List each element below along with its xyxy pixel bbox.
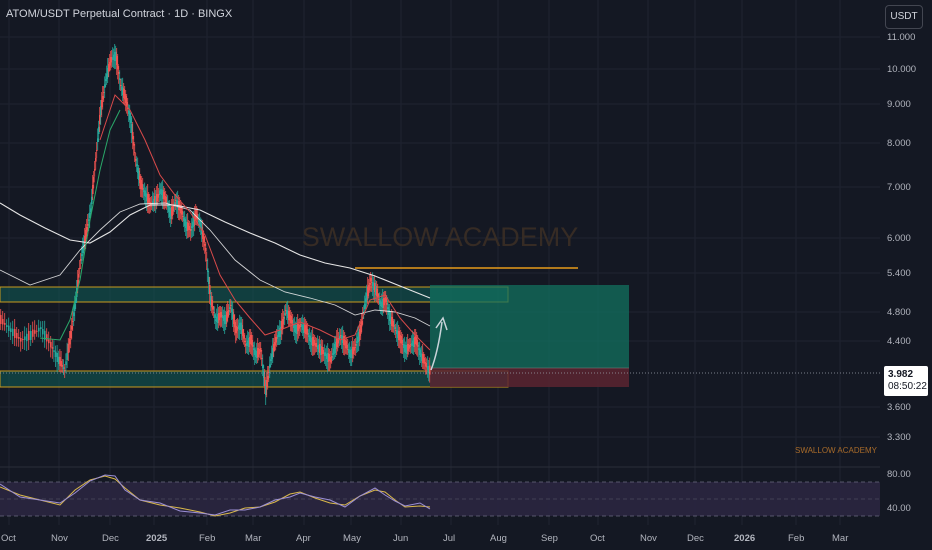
candle-body [64,370,66,371]
candle-body [18,337,20,339]
candle-body [68,339,71,345]
time-tick-label: May [343,533,361,544]
candle-body [66,352,68,360]
rsi-axis[interactable]: 80.00 40.00 [887,469,911,514]
candle-body [96,150,98,151]
candle-body [56,353,58,362]
candle-body [24,336,26,340]
chart-grid [0,0,880,525]
price-chart[interactable]: SWALLOW ACADEMY SWALLOW ACADEMY 11.000 10… [0,0,932,550]
price-tick-label: 6.000 [887,233,911,244]
candle-body [28,331,30,340]
candle-body [53,350,55,352]
candle-body [34,330,36,334]
position-stop-box [430,368,629,387]
candle-body [14,329,16,338]
time-axis[interactable]: Oct Nov Dec 2025 Feb Mar Apr May Jun Jul Aug Sep Oct… [1,533,848,544]
time-tick-label: Nov [51,533,68,544]
candle-body [62,367,65,369]
candle-body [2,319,4,325]
candle-body [38,327,40,332]
candle-body [16,333,18,339]
rsi-tick-label: 40.00 [887,503,911,514]
price-tick-label: 4.400 [887,336,911,347]
time-tick-label: Mar [245,533,261,544]
candle-body [51,347,54,349]
time-tick-label: Jun [393,533,408,544]
candle-body [46,334,48,342]
footer-watermark: SWALLOW ACADEMY [795,446,878,455]
candle-body [54,351,57,357]
candle-body [26,333,28,341]
candle-countdown: 08:50:22 [888,381,927,392]
price-tick-label: 9.000 [887,99,911,110]
price-tick-label: 8.000 [887,138,911,149]
candle-body [20,338,22,342]
candle-body [48,339,50,344]
candle-body [36,330,38,332]
time-tick-label: Aug [490,533,507,544]
time-tick-label: Jul [443,533,455,544]
candle-body [0,315,2,324]
candle-body [40,327,42,329]
candle-body [4,323,6,325]
candle-body [65,361,67,365]
candle-body [10,328,12,332]
time-tick-label: Feb [788,533,804,544]
time-tick-label: Nov [640,533,657,544]
candle-body [134,152,136,153]
price-tick-label: 10.000 [887,64,916,75]
rsi-band [0,482,880,516]
candle-body [93,177,95,183]
position-target-box [430,285,629,368]
time-tick-label: Apr [296,533,311,544]
symbol-title[interactable]: ATOM/USDT Perpetual Contract · 1D · BING… [6,8,232,20]
time-tick-label: Dec [102,533,119,544]
candle-body [30,331,32,340]
price-tick-label: 3.300 [887,432,911,443]
candle-body [8,325,10,331]
candle-body [50,342,52,348]
rsi-tick-label: 80.00 [887,469,911,480]
candle-body [78,274,80,278]
price-tick-label: 7.000 [887,182,911,193]
candle-body [205,248,207,252]
price-tick-label: 5.400 [887,268,911,279]
ma-fast-green-line [39,109,121,341]
candle-body [67,344,70,353]
last-price-tag: 3.982 08:50:22 [884,366,928,396]
time-tick-label: Oct [590,533,605,544]
time-tick-label: Feb [199,533,215,544]
candle-body [32,329,34,337]
candle-body [42,329,44,335]
candle-body [61,365,64,367]
time-tick-label: Sep [541,533,558,544]
candle-body [6,325,8,327]
last-price-value: 3.982 [888,369,914,380]
time-tick-label: Mar [832,533,848,544]
candle-body [95,158,97,162]
time-tick-label: Oct [1,533,16,544]
currency-button[interactable]: USDT [885,5,923,29]
time-tick-label: 2025 [146,533,168,544]
candle-body [22,339,24,340]
price-tick-label: 3.600 [887,402,911,413]
time-tick-label: 2026 [734,533,755,544]
price-tick-label: 4.800 [887,307,911,318]
price-tick-label: 11.000 [887,32,915,43]
candle-body [12,328,14,336]
watermark: SWALLOW ACADEMY [302,222,579,252]
time-tick-label: Dec [687,533,704,544]
